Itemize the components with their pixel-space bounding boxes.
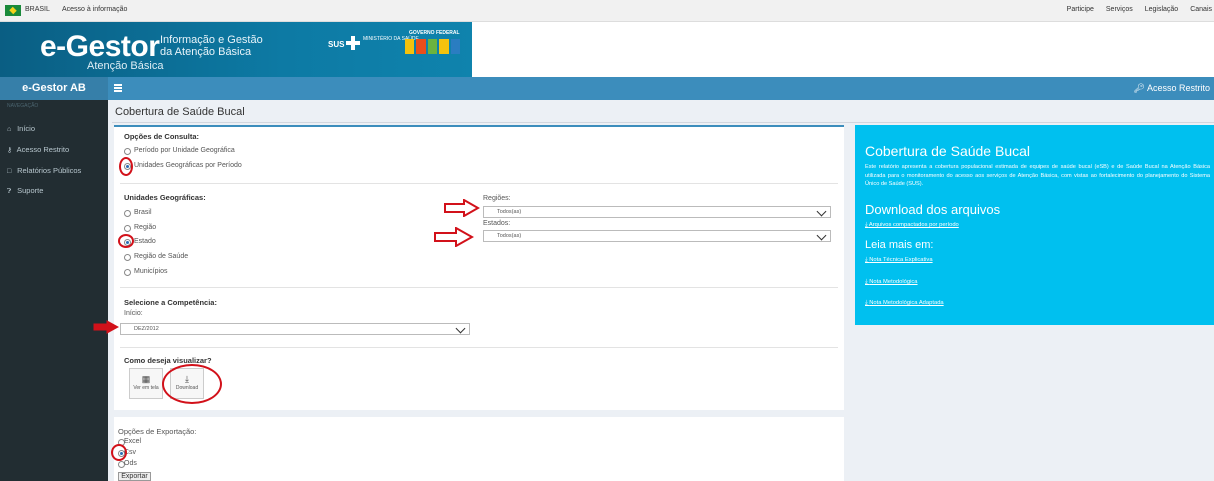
tagline-line-2: da Atenção Básica (160, 46, 252, 58)
radio-regiao-saude[interactable] (124, 254, 131, 261)
brand-link[interactable]: e-Gestor AB (0, 77, 108, 100)
sidebar-item-label: Relatórios Públicos (17, 166, 82, 175)
access-info-link[interactable]: Acesso à informação (62, 6, 127, 13)
divider (120, 287, 838, 288)
radio-municipios[interactable] (124, 269, 131, 276)
radio-label: Brasil (134, 209, 152, 216)
nota-adaptada-link[interactable]: ⤓ Nota Metodológica Adaptada (865, 300, 944, 307)
divider (120, 183, 838, 184)
home-icon: ⌂ (7, 126, 12, 133)
egestor-logo[interactable]: e-Gestor (40, 30, 160, 64)
info-title: Cobertura de Saúde Bucal (865, 143, 1030, 159)
annotation-circle (111, 444, 127, 461)
radio-label: Região (134, 224, 157, 231)
brazil-flag-icon (5, 5, 21, 16)
radio-label: Municípios (134, 268, 168, 275)
nota-metodologica-link[interactable]: ⤓ Nota Metodológica (865, 279, 918, 286)
sus-logo-text: SUS (328, 40, 345, 49)
radio-label: Região de Saúde (134, 253, 189, 260)
sidebar: NAVEGAÇÃO ⌂ Início ⚷ Acesso Restrito □ R… (0, 100, 108, 481)
annotation-circle (118, 234, 134, 248)
monitor-icon: □ (7, 168, 12, 175)
archive-download-link[interactable]: ⤓ Arquivos compactados por período (865, 222, 959, 229)
governo-federal-text: GOVERNO FEDERAL (409, 30, 460, 36)
sidebar-item-label: Suporte (17, 186, 44, 195)
sidebar-header: NAVEGAÇÃO (7, 103, 39, 109)
regioes-select[interactable]: Todos(as) (483, 206, 831, 218)
radio-label: Estado (134, 238, 156, 245)
view-screen-button[interactable]: ▦ Ver em tela (129, 368, 163, 399)
gov-link-legislacao[interactable]: Legislação (1145, 6, 1178, 13)
estados-value: Todos(as) (497, 233, 522, 239)
table-icon: ▦ (141, 374, 151, 384)
radio-regiao[interactable] (124, 225, 131, 232)
info-box: Cobertura de Saúde Bucal Este relatório … (855, 125, 1214, 325)
annotation-arrow-icon (93, 320, 119, 334)
sus-cross-icon (346, 36, 360, 50)
estados-select[interactable]: Todos(as) (483, 230, 831, 242)
nota-tecnica-label: Nota Técnica Explicativa (869, 257, 933, 263)
sidebar-item-label: Início (17, 124, 36, 133)
sidebar-item-inicio[interactable]: ⌂ Início (7, 124, 35, 133)
radio-label: Período por Unidade Geográfica (134, 147, 235, 154)
competencia-title: Selecione a Competência: (124, 298, 217, 307)
chevron-down-icon (816, 230, 827, 241)
title-divider (112, 122, 1214, 123)
governo-federal-logo: GOVERNO FEDERAL (405, 30, 461, 60)
inicio-label: Início: (124, 310, 143, 317)
export-button[interactable]: Exportar (118, 472, 151, 481)
top-navbar: e-Gestor AB 🔑︎ Acesso Restrito (0, 77, 1214, 100)
export-panel (114, 417, 844, 481)
inicio-value: DEZ/2012 (134, 326, 159, 332)
brasil-link[interactable]: BRASIL (25, 6, 50, 13)
nota-adaptada-label: Nota Metodológica Adaptada (869, 300, 944, 306)
key-icon: ⚷ (7, 147, 13, 154)
regioes-value: Todos(as) (497, 209, 522, 215)
gov-bar: BRASIL Acesso à informação Participe Ser… (0, 0, 1214, 22)
unidades-title: Unidades Geográficas: (124, 193, 206, 202)
sidebar-item-acesso-restrito[interactable]: ⚷ Acesso Restrito (7, 145, 69, 154)
annotation-circle (162, 364, 222, 404)
radio-brasil[interactable] (124, 210, 131, 217)
radio-label: Ods (124, 460, 137, 467)
sidebar-item-label: Acesso Restrito (16, 145, 70, 154)
sidebar-item-relatorios[interactable]: □ Relatórios Públicos (7, 166, 81, 175)
radio-periodo-unidade[interactable] (124, 148, 131, 155)
logo-subtitle: Atenção Básica (87, 60, 164, 72)
gov-link-canais[interactable]: Canais (1190, 6, 1212, 13)
radio-label: Excel (124, 438, 142, 445)
chevron-down-icon (455, 323, 466, 334)
consulta-title: Opções de Consulta: (124, 132, 200, 141)
nota-metodologica-label: Nota Metodológica (869, 279, 918, 285)
tagline-line-1: Informação e Gestão (160, 34, 263, 46)
regioes-label: Regiões: (483, 195, 511, 202)
read-more-title: Leia mais em: (865, 239, 934, 251)
sidebar-item-suporte[interactable]: ❓︎ Suporte (7, 186, 43, 196)
inicio-select[interactable]: DEZ/2012 (120, 323, 470, 335)
estados-label: Estados: (483, 220, 511, 227)
annotation-arrow-icon (434, 227, 474, 247)
help-icon: ❓︎ (7, 188, 12, 195)
radio-label: Unidades Geográficas por Período (134, 162, 242, 169)
header-banner: e-Gestor Atenção Básica Informação e Ges… (0, 22, 1214, 77)
restricted-access-label: Acesso Restrito (1146, 83, 1210, 93)
page-title: Cobertura de Saúde Bucal (115, 106, 245, 118)
archive-download-label: Arquivos compactados por período (868, 222, 959, 228)
gov-link-participe[interactable]: Participe (1067, 6, 1094, 13)
annotation-circle (119, 157, 133, 176)
divider (120, 347, 838, 348)
restricted-access-link[interactable]: 🔑︎ Acesso Restrito (1134, 77, 1210, 100)
gov-link-servicos[interactable]: Serviços (1106, 6, 1133, 13)
export-title: Opções de Exportação: (118, 427, 197, 436)
nota-tecnica-link[interactable]: ⤓ Nota Técnica Explicativa (865, 257, 933, 264)
gov-links: Participe Serviços Legislação Canais (1067, 6, 1212, 13)
annotation-arrow-icon (444, 199, 480, 217)
info-description: Este relatório apresenta a cobertura pop… (865, 164, 1210, 187)
chevron-down-icon (816, 206, 827, 217)
key-icon: 🔑︎ (1133, 83, 1145, 93)
download-section-title: Download dos arquivos (865, 202, 1001, 217)
menu-toggle-icon[interactable] (114, 84, 122, 92)
view-screen-label: Ver em tela (133, 385, 159, 391)
